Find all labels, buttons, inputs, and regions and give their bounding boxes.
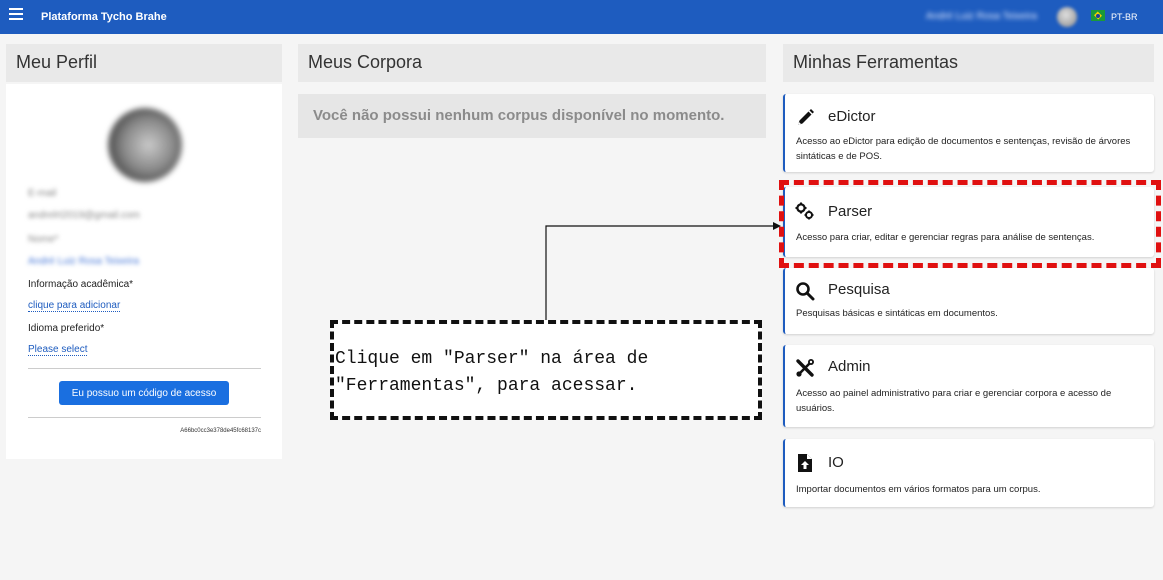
name-value[interactable]: André Luiz Rosa Teixeira (28, 256, 139, 267)
user-avatar[interactable] (1057, 7, 1077, 27)
profile-card: E-mail andrelrt2019@gmail.com Nome* Andr… (6, 84, 282, 459)
preferred-language-link[interactable]: Please select (28, 344, 88, 356)
tool-description: Acesso para criar, editar e gerenciar re… (796, 232, 1095, 243)
instruction-callout: Clique em "Parser" na área de "Ferrament… (330, 320, 762, 420)
tools-header: Minhas Ferramentas (783, 44, 1154, 82)
instruction-line-2: "Ferramentas", para acessar. (335, 376, 638, 396)
app-title[interactable]: Plataforma Tycho Brahe (41, 11, 167, 23)
tool-name: IO (828, 454, 844, 471)
top-navbar: Plataforma Tycho Brahe André Luiz Rosa T… (0, 0, 1163, 34)
tools-icon (795, 358, 815, 378)
tool-description: Acesso ao painel administrativo para cri… (796, 388, 1112, 414)
profile-header: Meu Perfil (6, 44, 282, 82)
gears-icon (795, 202, 815, 222)
academic-info-link[interactable]: clique para adicionar (28, 300, 121, 312)
tool-name: Pesquisa (828, 281, 890, 298)
tool-description: Pesquisas básicas e sintáticas em docume… (796, 308, 998, 319)
file-upload-icon (795, 453, 815, 473)
tool-name: Parser (828, 203, 873, 220)
tool-card-pesquisa[interactable]: Pesquisa Pesquisas básicas e sintáticas … (783, 268, 1154, 334)
divider (28, 417, 261, 418)
instruction-line-1: Clique em "Parser" na área de (335, 349, 649, 369)
tool-name: eDictor (828, 108, 876, 125)
tool-description: Acesso ao eDictor para edição de documen… (796, 136, 1131, 162)
corpora-header: Meus Corpora (298, 44, 766, 82)
hamburger-menu-icon[interactable] (9, 8, 23, 22)
tool-card-edictor[interactable]: eDictor Acesso ao eDictor para edição de… (783, 94, 1154, 172)
brazil-flag-icon[interactable] (1091, 10, 1105, 21)
email-label: E-mail (28, 188, 57, 199)
tool-card-parser[interactable]: Parser Acesso para criar, editar e geren… (783, 187, 1154, 257)
email-value: andrelrt2019@gmail.com (28, 210, 140, 221)
profile-avatar (108, 108, 182, 182)
divider (28, 368, 261, 369)
name-label: Nome* (28, 234, 59, 245)
user-name[interactable]: André Luiz Rosa Teixeira (926, 11, 1037, 22)
preferred-language-label: Idioma preferido* (28, 323, 105, 334)
tool-description: Importar documentos em vários formatos p… (796, 484, 1041, 495)
access-code-button[interactable]: Eu possuo um código de acesso (59, 381, 229, 405)
tool-card-admin[interactable]: Admin Acesso ao painel administrativo pa… (783, 345, 1154, 427)
language-selector[interactable]: PT-BR (1111, 12, 1138, 22)
search-icon (795, 281, 815, 301)
no-corpus-message: Você não possui nenhum corpus disponível… (298, 94, 766, 138)
user-hash: A66bc0cc3e378de45fc68137c (180, 428, 261, 434)
pencil-icon (795, 108, 815, 128)
tool-name: Admin (828, 358, 871, 375)
academic-info-label: Informação acadêmica* (28, 279, 134, 290)
tool-card-io[interactable]: IO Importar documentos em vários formato… (783, 439, 1154, 507)
